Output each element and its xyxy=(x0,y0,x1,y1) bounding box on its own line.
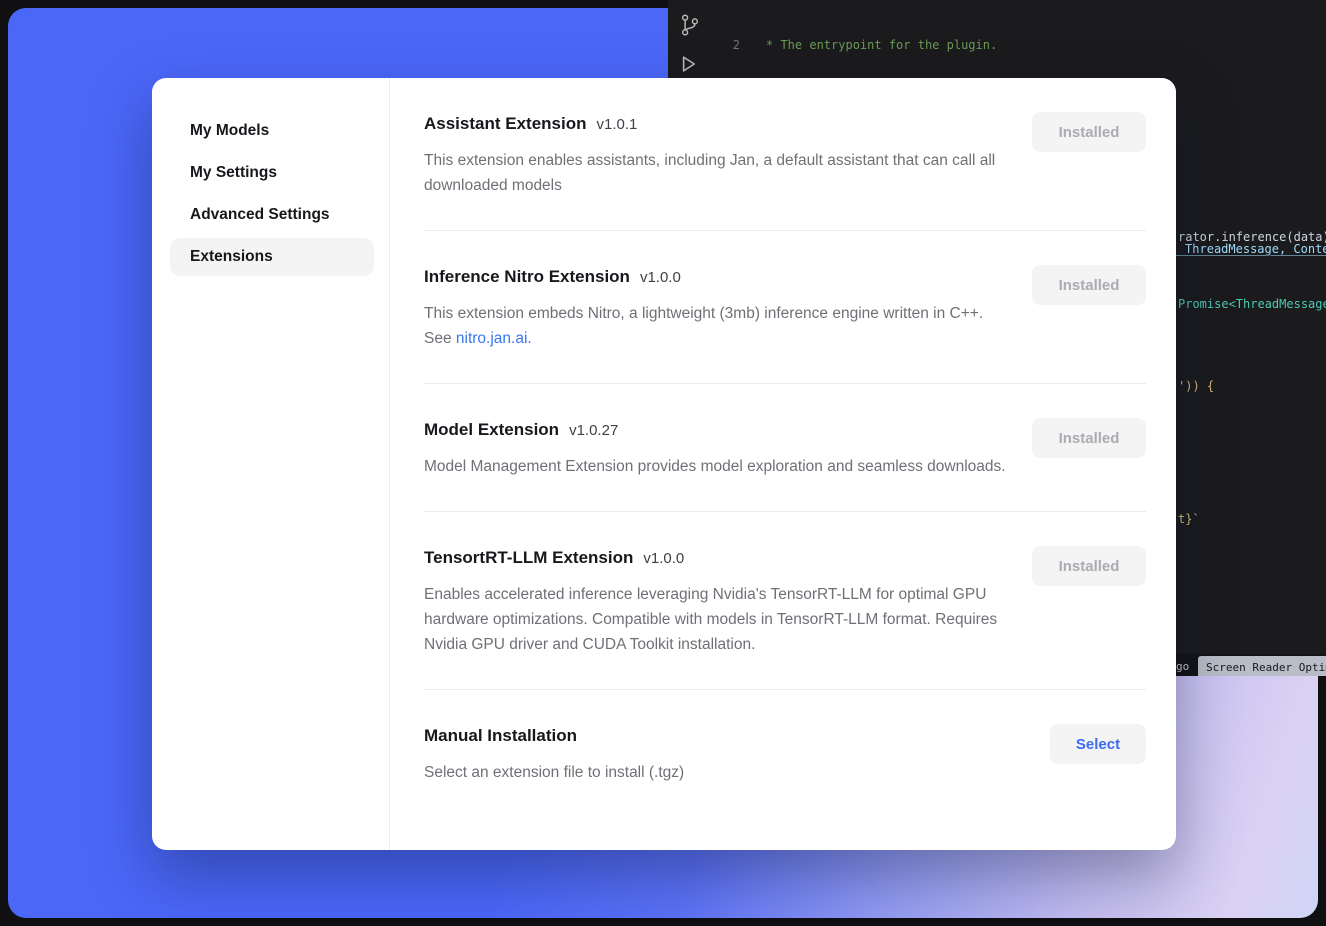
sidebar-item-my-settings[interactable]: My Settings xyxy=(170,154,374,192)
installed-button[interactable]: Installed xyxy=(1032,112,1146,152)
installed-button[interactable]: Installed xyxy=(1032,265,1146,305)
extension-description: This extension embeds Nitro, a lightweig… xyxy=(424,301,1006,351)
git-branch-icon[interactable] xyxy=(680,14,700,41)
extension-name: Model Extension xyxy=(424,418,559,442)
extension-row-nitro: Inference Nitro Extension v1.0.0 This ex… xyxy=(424,231,1146,384)
extension-row-tensorrt: TensortRT-LLM Extension v1.0.0 Enables a… xyxy=(424,512,1146,690)
installed-button[interactable]: Installed xyxy=(1032,546,1146,586)
select-file-button[interactable]: Select xyxy=(1050,724,1146,764)
extension-version: v1.0.0 xyxy=(643,550,684,567)
extension-name: TensortRT-LLM Extension xyxy=(424,546,633,570)
extension-row-model: Model Extension v1.0.27 Model Management… xyxy=(424,384,1146,512)
extension-version: v1.0.1 xyxy=(597,116,638,133)
status-text: go xyxy=(1176,658,1189,675)
extension-version: v1.0.27 xyxy=(569,422,618,439)
section-title: Manual Installation xyxy=(424,724,577,748)
extension-description: Enables accelerated inference leveraging… xyxy=(424,582,1006,657)
extension-name: Assistant Extension xyxy=(424,112,587,136)
extensions-panel: Assistant Extension v1.0.1 This extensio… xyxy=(390,78,1176,850)
code-fragment: Promise<ThreadMessage> xyxy=(1178,296,1326,313)
line-number: 2 xyxy=(716,37,740,54)
code-line: 2 * The entrypoint for the plugin. xyxy=(716,37,1326,54)
code-fragment: t}` xyxy=(1178,511,1200,528)
extension-description: This extension enables assistants, inclu… xyxy=(424,148,1006,198)
settings-modal: My Models My Settings Advanced Settings … xyxy=(152,78,1176,850)
extension-version: v1.0.0 xyxy=(640,269,681,286)
sidebar-item-my-models[interactable]: My Models xyxy=(170,112,374,150)
code-fragment: ')) { xyxy=(1178,378,1214,395)
nitro-jan-ai-link[interactable]: nitro.jan.ai. xyxy=(456,330,532,347)
section-description: Select an extension file to install (.tg… xyxy=(424,760,684,785)
installed-button[interactable]: Installed xyxy=(1032,418,1146,458)
settings-sidebar: My Models My Settings Advanced Settings … xyxy=(152,78,390,850)
screen-reader-chip[interactable]: Screen Reader Optimize xyxy=(1198,656,1326,676)
extension-row-assistant: Assistant Extension v1.0.1 This extensio… xyxy=(424,84,1146,231)
play-icon[interactable] xyxy=(678,54,698,79)
extension-description: Model Management Extension provides mode… xyxy=(424,454,1006,479)
sidebar-item-advanced-settings[interactable]: Advanced Settings xyxy=(170,196,374,234)
extension-name: Inference Nitro Extension xyxy=(424,265,630,289)
manual-installation-row: Manual Installation Select an extension … xyxy=(424,690,1146,817)
sidebar-item-extensions[interactable]: Extensions xyxy=(170,238,374,276)
code-text: * The entrypoint for the plugin. xyxy=(766,37,997,54)
code-fragment: rator.inference(data)); xyxy=(1178,229,1326,246)
